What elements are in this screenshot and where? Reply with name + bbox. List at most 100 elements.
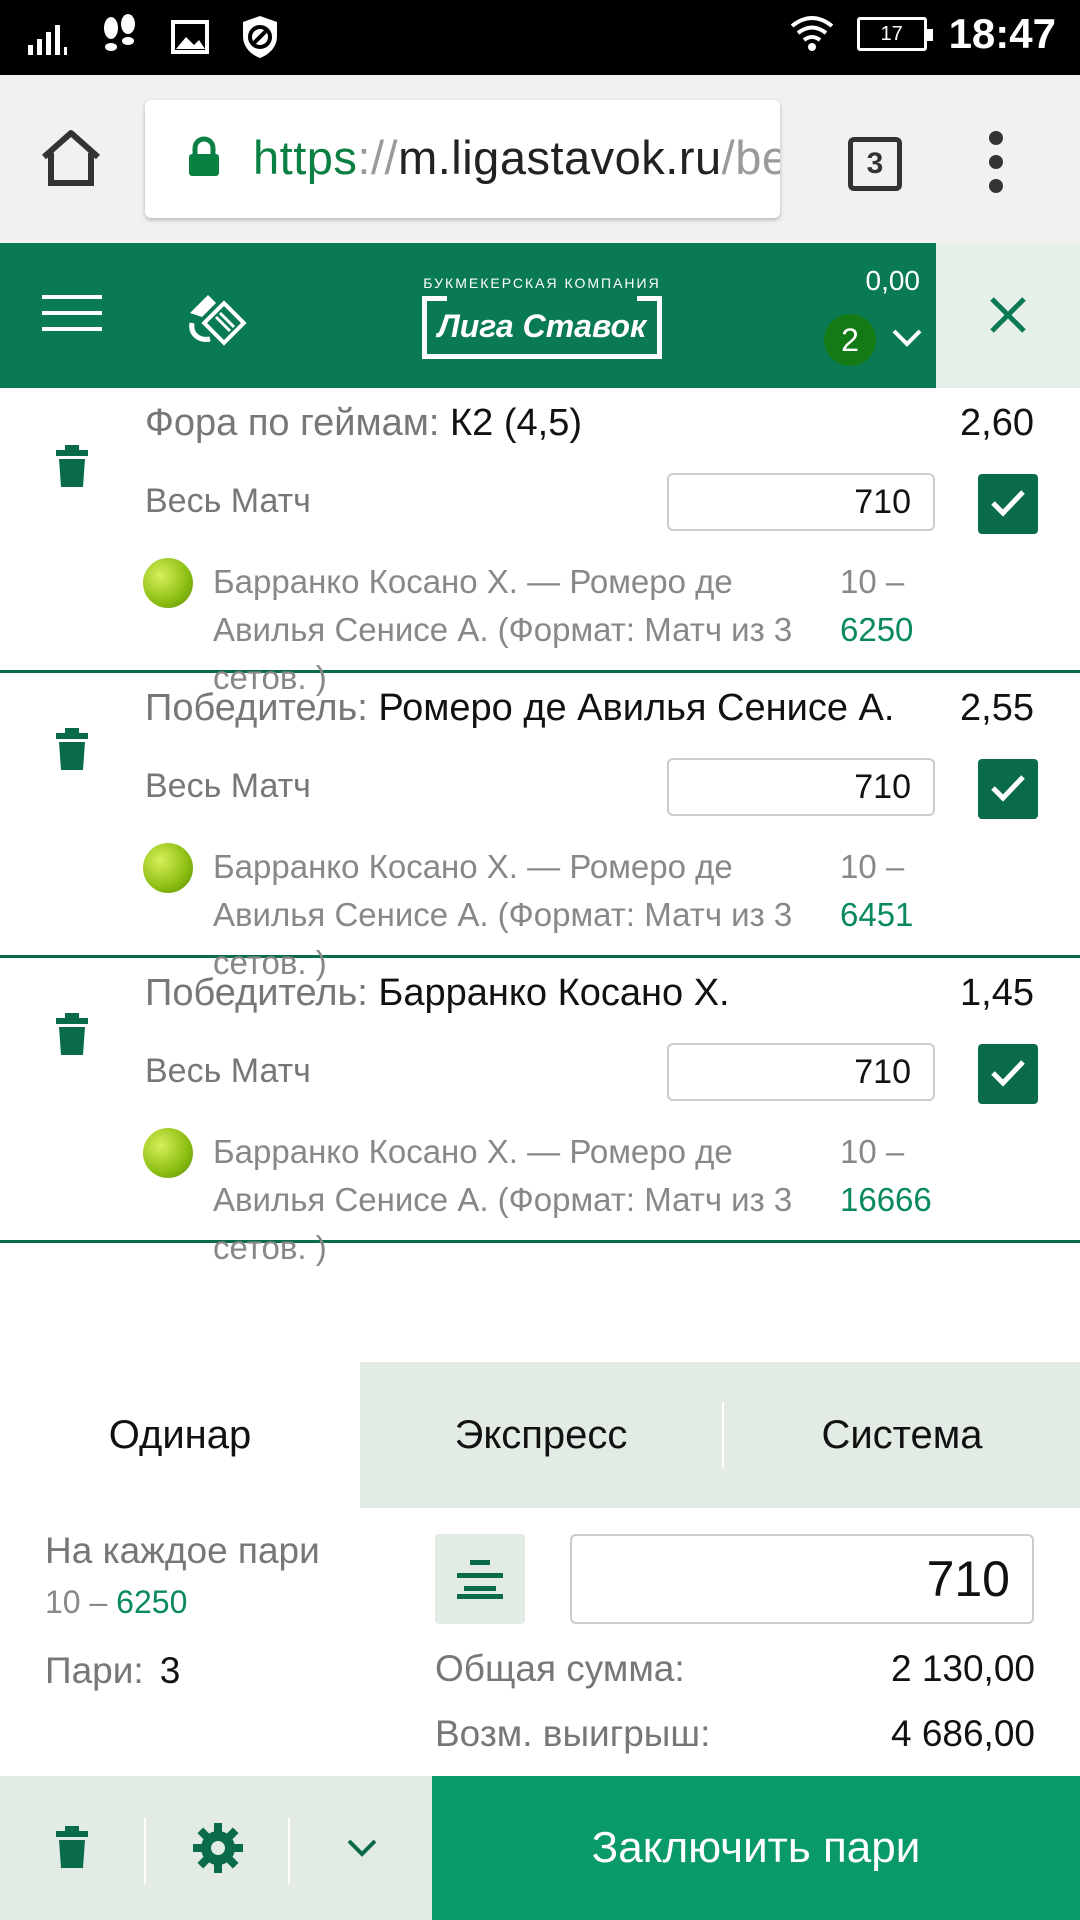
limit-max: 6250	[116, 1584, 188, 1620]
home-icon[interactable]	[38, 125, 104, 191]
wifi-icon	[790, 16, 833, 51]
logo-subtitle: БУКМЕКЕРСКАЯ КОМПАНИЯ	[423, 275, 661, 291]
bet-item: Победитель: Барранко Косано Х. 1,45 Весь…	[0, 958, 1080, 1266]
stake-limits: 10 – 6250	[840, 558, 960, 654]
logo-title: Лига Ставок	[437, 308, 647, 344]
checkmark-icon	[991, 1060, 1025, 1087]
tennis-ball-icon	[143, 558, 193, 608]
chevron-down-icon	[347, 1839, 377, 1857]
url-scheme: https	[253, 131, 358, 184]
bet-period: Весь Матч	[145, 767, 311, 805]
bet-title: Фора по геймам: К2 (4,5)	[145, 402, 582, 445]
brand-logo[interactable]: БУКМЕКЕРСКАЯ КОМПАНИЯ Лига Ставок	[422, 275, 662, 365]
overflow-menu-icon[interactable]	[984, 131, 1008, 197]
selection: Ромеро де Авилья Сенисе А.	[378, 687, 895, 729]
clear-all-button[interactable]	[0, 1776, 144, 1920]
possible-win-label: Возм. выигрыш:	[435, 1713, 711, 1754]
bet-count-line: Пари: 3	[45, 1650, 180, 1692]
tab-switcher-button[interactable]: 3	[848, 137, 902, 191]
bet-count-value: 3	[159, 1650, 181, 1691]
selection: К2 (4,5)	[450, 402, 582, 444]
bet-title: Победитель: Ромеро де Авилья Сенисе А.	[145, 687, 894, 730]
odds: 1,45	[960, 972, 1034, 1014]
url-separator: ://	[357, 131, 399, 184]
limit-max: 16666	[840, 1181, 932, 1218]
tab-system[interactable]: Система	[724, 1362, 1080, 1508]
shield-block-icon	[243, 16, 277, 58]
bet-item: Фора по геймам: К2 (4,5) 2,60 Весь Матч …	[0, 388, 1080, 696]
balance-value: 0,00	[865, 265, 921, 296]
include-checkbox[interactable]	[978, 474, 1038, 534]
url-text: https://m.ligastavok.ru/bet	[253, 130, 780, 185]
place-bet-button[interactable]: Заключить пари	[432, 1776, 1080, 1920]
market-label: Победитель:	[145, 687, 379, 729]
market-label: Фора по геймам:	[145, 402, 451, 444]
browser-toolbar: https://m.ligastavok.ru/bet 3	[0, 75, 1080, 243]
possible-win-value: 4 686,00	[890, 1713, 1035, 1754]
event-name: Барранко Косано Х. — Ромеро де Авилья Се…	[213, 1133, 793, 1266]
stake-input[interactable]: 710	[667, 473, 935, 531]
limit-min: 10 –	[840, 563, 905, 600]
bet-count-label: Пари:	[45, 1650, 144, 1691]
bet-title: Победитель: Барранко Косано Х.	[145, 972, 730, 1015]
include-checkbox[interactable]	[978, 1044, 1038, 1104]
bet-period: Весь Матч	[145, 1052, 311, 1090]
status-icons-right: 17 18:47	[789, 10, 1056, 58]
url-host: m.ligastavok.ru	[398, 131, 722, 184]
total-sum-value: 2 130,00	[890, 1648, 1035, 1689]
address-bar[interactable]: https://m.ligastavok.ru/bet	[145, 100, 780, 218]
total-sum-label: Общая сумма:	[435, 1648, 685, 1689]
each-bet-limits: 10 – 6250	[45, 1584, 187, 1621]
each-bet-label: На каждое пари	[45, 1530, 320, 1571]
trash-icon[interactable]	[54, 726, 90, 772]
market-label: Победитель:	[145, 972, 379, 1014]
bet-summary: На каждое пари 10 – 6250 Пари: 3 710 Обща…	[0, 1508, 1080, 1776]
checkmark-icon	[991, 490, 1025, 517]
close-coupon-button[interactable]	[936, 243, 1080, 388]
status-bar: 17 18:47	[0, 0, 1080, 75]
settings-button[interactable]	[146, 1776, 290, 1920]
limit-min: 10 –	[840, 1133, 905, 1170]
stake-input[interactable]: 710	[667, 1043, 935, 1101]
trash-icon	[56, 1826, 88, 1868]
trash-icon[interactable]	[54, 1011, 90, 1057]
bet-item: Победитель: Ромеро де Авилья Сенисе А. 2…	[0, 673, 1080, 981]
hamburger-menu-icon[interactable]	[42, 295, 102, 335]
tab-express[interactable]: Экспресс	[360, 1362, 722, 1508]
equalize-stakes-button[interactable]	[435, 1534, 525, 1624]
tennis-ball-icon	[143, 1128, 193, 1178]
odds: 2,60	[960, 402, 1034, 444]
checkmark-icon	[991, 775, 1025, 802]
selection: Барранко Косано Х.	[378, 972, 730, 1014]
clock: 18:47	[948, 10, 1056, 57]
limit-max: 6451	[840, 896, 914, 933]
chevron-down-icon[interactable]	[890, 325, 924, 351]
lock-icon	[189, 136, 219, 176]
bet-list: Фора по геймам: К2 (4,5) 2,60 Весь Матч …	[0, 388, 1080, 1266]
tennis-ball-icon	[143, 843, 193, 893]
status-icons-left	[26, 14, 280, 60]
odds: 2,55	[960, 687, 1034, 729]
possible-win-row: Возм. выигрыш: 4 686,00	[435, 1713, 1035, 1755]
bet-coupon-hand-icon[interactable]	[180, 283, 250, 353]
stake-limits: 10 – 16666	[840, 1128, 960, 1224]
image-icon	[171, 20, 209, 54]
total-sum-row: Общая сумма: 2 130,00	[435, 1648, 1035, 1690]
bet-period: Весь Матч	[145, 482, 311, 520]
bet-count-badge[interactable]: 2	[824, 314, 876, 366]
expand-button[interactable]	[290, 1776, 434, 1920]
signal-icon	[28, 25, 67, 55]
logo-frame: Лига Ставок	[422, 296, 662, 359]
tab-single[interactable]: Одинар	[0, 1362, 360, 1508]
stake-input[interactable]: 710	[667, 758, 935, 816]
app-header: БУКМЕКЕРСКАЯ КОМПАНИЯ Лига Ставок 0,00 2	[0, 243, 1080, 388]
trash-icon[interactable]	[54, 443, 90, 489]
align-center-icon	[457, 1560, 503, 1599]
url-path: /bet	[721, 131, 780, 184]
include-checkbox[interactable]	[978, 759, 1038, 819]
coupon-footer: Заключить пари	[0, 1776, 1080, 1920]
limit-min: 10 –	[45, 1584, 108, 1620]
battery-icon: 17	[856, 17, 933, 51]
common-stake-input[interactable]: 710	[570, 1534, 1034, 1624]
limit-max: 6250	[840, 611, 914, 648]
